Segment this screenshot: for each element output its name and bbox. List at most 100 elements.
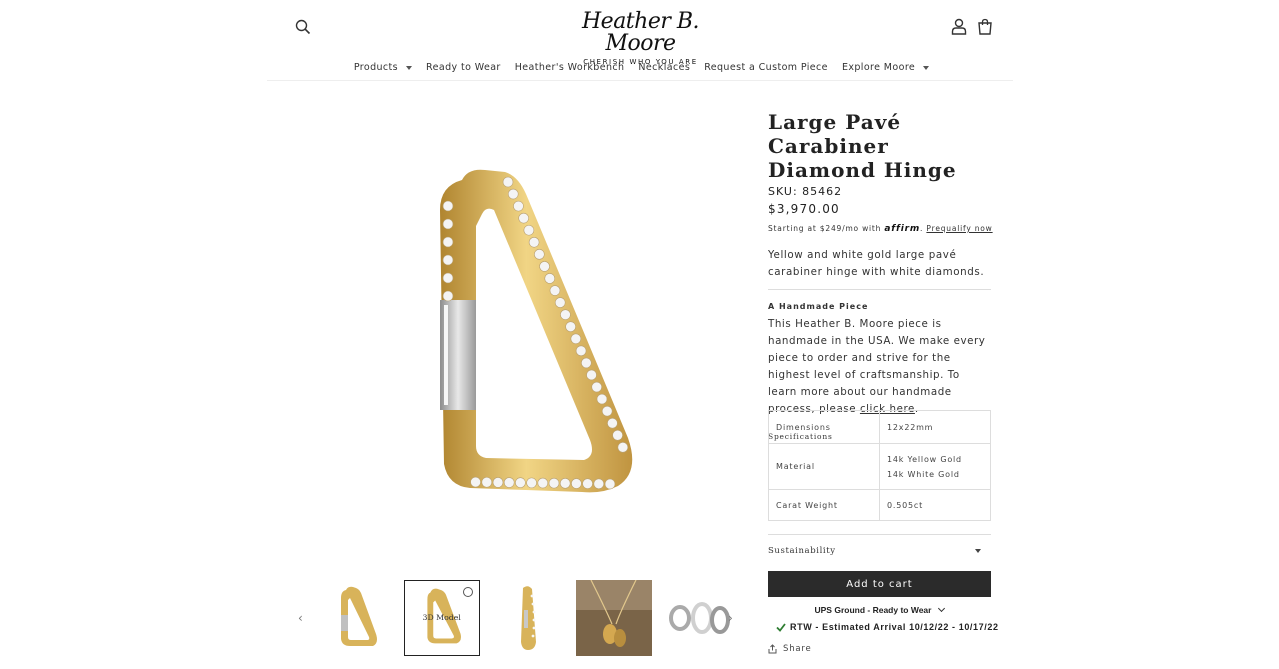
nav-item-necklaces[interactable]: Necklaces [638, 58, 690, 76]
nav-item-ready-to-wear[interactable]: Ready to Wear [426, 58, 501, 76]
3d-model-icon [463, 587, 473, 597]
nav-item-heather-s-workbench[interactable]: Heather's Workbench [515, 58, 625, 76]
pave-diamond [596, 393, 608, 405]
site-header: Heather B. Moore CHERISH WHO YOU ARE Pro… [0, 0, 1279, 81]
pave-diamond [528, 237, 540, 248]
pave-diamond [554, 297, 566, 308]
pave-diamond [582, 478, 593, 489]
affirm-financing: Starting at $249/mo with affirm. Prequal… [768, 224, 993, 234]
spec-label: Carat Weight [768, 489, 880, 521]
thumbnail-front[interactable] [318, 580, 394, 656]
pave-diamond [534, 249, 545, 260]
thumbnail-prev-arrow[interactable]: ‹ [298, 612, 308, 624]
pave-diamond [481, 476, 493, 488]
pave-diamond [442, 290, 454, 302]
main-navigation: Products Ready to Wear Heather's Workbench… [0, 58, 1279, 76]
nav-item-label: Ready to Wear [426, 61, 501, 73]
pave-diamond [442, 272, 454, 284]
product-description: Yellow and white gold large pavé carabin… [768, 247, 991, 290]
pave-diamond [612, 429, 623, 441]
pave-diamond [549, 285, 561, 296]
pave-diamond [513, 200, 524, 212]
spec-label: Dimensions [768, 410, 880, 444]
caret-down-icon [406, 65, 413, 70]
pave-diamond [591, 381, 603, 393]
spec-value-line: 14k White Gold [887, 469, 960, 479]
logo-script: Heather B. Moore [581, 9, 700, 56]
shipping-method-select[interactable]: UPS Ground - Ready to Wear [768, 603, 991, 617]
thumbnail-strip: 3D Model [318, 580, 738, 657]
pave-diamond [544, 273, 556, 284]
thumbnail-side[interactable] [490, 580, 566, 656]
spec-value: 14k Yellow Gold 14k White Gold [879, 443, 991, 490]
pave-diamond [442, 254, 454, 266]
pave-diamond [442, 200, 454, 212]
nav-item-label: Explore Moore [841, 61, 916, 73]
share-button[interactable]: Share [768, 644, 812, 654]
shipping-method-value: UPS Ground - Ready to Wear [814, 605, 932, 615]
thumbnail-group[interactable] [662, 580, 738, 656]
affirm-prefix: Starting at $249/mo with [768, 224, 882, 233]
specifications-table: Dimensions 12x22mm Material 14k Yellow G… [768, 410, 991, 521]
handmade-heading: A Handmade Piece [768, 302, 869, 311]
pave-diamond [502, 176, 514, 188]
brand-logo[interactable]: Heather B. Moore CHERISH WHO YOU ARE [568, 11, 713, 67]
spec-label: Material [768, 443, 880, 490]
cart-icon[interactable] [977, 18, 993, 35]
pave-diamond [601, 405, 613, 417]
pave-diamond [492, 477, 504, 488]
handmade-body: This Heather B. Moore piece is handmade … [768, 316, 991, 418]
nav-item-request-a-custom-piece[interactable]: Request a Custom Piece [704, 58, 828, 76]
pave-diamond [537, 477, 549, 489]
nav-item-label: Request a Custom Piece [704, 61, 828, 73]
sustainability-accordion[interactable]: Sustainability [768, 534, 991, 566]
share-icon [768, 644, 777, 654]
pave-diamond [570, 333, 582, 345]
product-main-image[interactable] [340, 120, 680, 540]
chevron-down-icon [975, 548, 981, 553]
search-icon[interactable] [294, 18, 312, 36]
spec-value: 0.505ct [879, 489, 991, 521]
nav-item-explore-moore[interactable]: Explore Moore [841, 58, 930, 76]
pave-diamond [607, 417, 618, 429]
product-price: $3,970.00 [768, 202, 840, 216]
pave-diamond [442, 236, 454, 248]
add-to-cart-button[interactable]: Add to cart [768, 571, 991, 597]
estimated-arrival: RTW - Estimated Arrival 10/12/22 - 10/17… [776, 621, 999, 633]
chevron-down-icon [938, 604, 946, 613]
pave-diamond [559, 478, 571, 489]
nav-item-label: Heather's Workbench [514, 61, 625, 73]
pave-diamond [470, 476, 481, 488]
pave-diamond [575, 345, 587, 357]
pave-diamond [548, 477, 560, 489]
spec-value-line: 14k Yellow Gold [887, 454, 962, 464]
account-icon[interactable] [951, 18, 967, 35]
thumb-3d-label: 3D Model [423, 613, 462, 622]
product-info: Large Pavé Carabiner Diamond Hinge SKU: … [768, 110, 993, 441]
thumbnail-3d-model[interactable]: 3D Model [404, 580, 480, 656]
pave-diamond [526, 477, 537, 489]
thumbnail-lifestyle[interactable] [576, 580, 652, 656]
nav-item-products[interactable]: Products [353, 58, 413, 76]
product-sku: SKU: 85462 [768, 185, 843, 198]
prequalify-link[interactable]: Prequalify now [926, 224, 992, 233]
pave-diamond [518, 212, 529, 224]
spec-row-material: Material 14k Yellow Gold 14k White Gold [768, 443, 991, 490]
pave-diamond [515, 477, 526, 489]
thumbnail-next-arrow[interactable]: › [728, 612, 738, 624]
pave-diamond [539, 261, 550, 272]
spec-row-carat-weight: Carat Weight 0.505ct [768, 489, 991, 521]
affirm-logo: affirm [884, 224, 921, 234]
pave-diamond [593, 478, 605, 490]
check-icon [776, 622, 786, 632]
estimated-arrival-text: RTW - Estimated Arrival 10/12/22 - 10/17… [790, 622, 999, 632]
sustainability-label: Sustainability [768, 545, 836, 556]
pave-diamond [581, 357, 592, 369]
nav-item-label: Products [353, 61, 399, 73]
product-title: Large Pavé Carabiner Diamond Hinge [768, 110, 957, 182]
pave-diamond [442, 218, 454, 230]
pave-diamond [523, 224, 535, 236]
pave-diamond [571, 478, 582, 489]
pave-diamond [586, 369, 597, 381]
pave-diamond [565, 321, 576, 333]
